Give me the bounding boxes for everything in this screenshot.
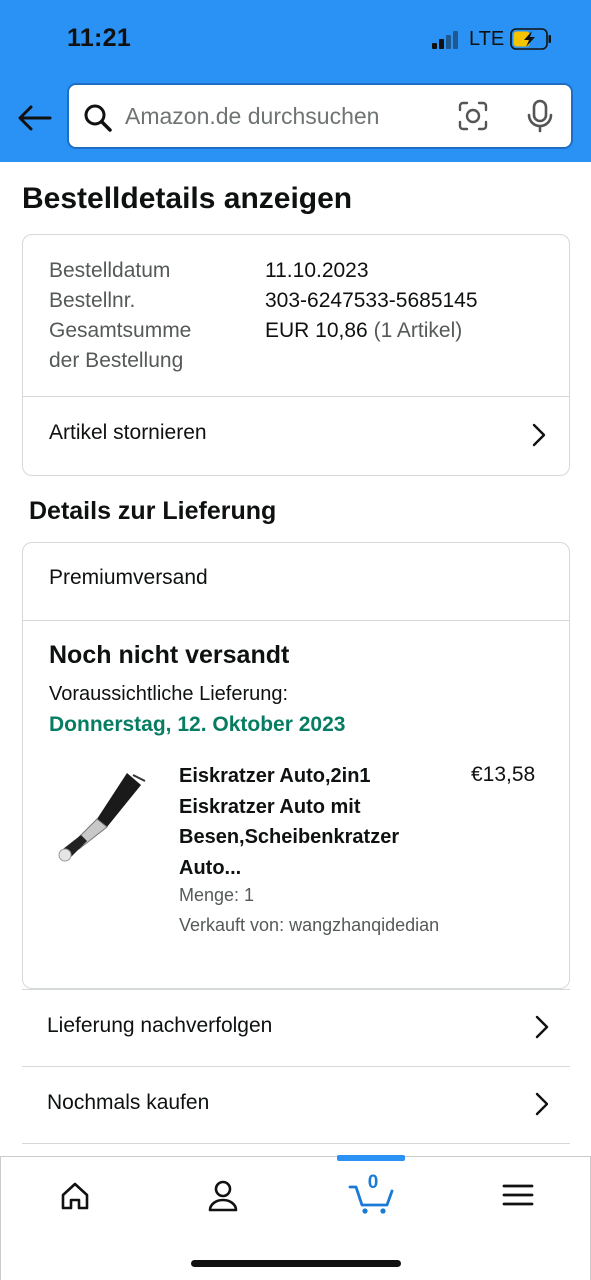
shipping-method: Premiumversand: [49, 566, 208, 589]
product-title-line: Besen,Scheibenkratzer: [179, 826, 400, 848]
cart-count-badge: 0: [367, 1172, 379, 1193]
cancel-items-row[interactable]: Artikel stornieren: [23, 397, 569, 475]
search-bar[interactable]: [67, 83, 573, 149]
buy-again-row[interactable]: Nochmals kaufen: [22, 1066, 570, 1143]
product-title-line: Eiskratzer Auto mit: [179, 795, 361, 818]
chevron-right-icon: [532, 423, 546, 447]
order-total-label: Gesamtsumme der Bestellung: [49, 316, 191, 376]
order-date-label: Bestelldatum: [49, 259, 171, 282]
order-total-label-line2: der Bestellung: [49, 349, 184, 372]
chevron-right-icon: [535, 1092, 549, 1116]
track-package-label: Lieferung nachverfolgen: [47, 1014, 273, 1037]
signal-icon: [432, 31, 464, 49]
product-quantity: Menge: 1: [179, 885, 255, 905]
order-date-value: 11.10.2023: [265, 259, 369, 282]
product-price: €13,58: [471, 763, 536, 786]
order-number-label: Bestellnr.: [49, 289, 136, 312]
product-title-line: Auto...: [179, 856, 242, 879]
track-package-row[interactable]: Lieferung nachverfolgen: [22, 989, 570, 1066]
buy-again-label: Nochmals kaufen: [47, 1091, 210, 1114]
network-type: LTE: [469, 28, 505, 50]
order-total-value: EUR 10,86 (1 Artikel): [265, 316, 462, 346]
home-icon[interactable]: [51, 1175, 99, 1215]
divider: [22, 1143, 570, 1144]
product-title[interactable]: Eiskratzer Auto,2in1 Eiskratzer Auto mit…: [179, 761, 449, 883]
eta-label: Voraussichtliche Lieferung:: [49, 683, 289, 705]
eta-date: Donnerstag, 12. Oktober 2023: [49, 713, 346, 736]
active-tab-indicator: [337, 1155, 405, 1161]
delivery-card: Premiumversand Noch nicht versandt Vorau…: [22, 542, 570, 989]
search-icon[interactable]: [83, 103, 113, 133]
order-total-amount: EUR 10,86: [265, 319, 368, 342]
home-indicator[interactable]: [191, 1260, 401, 1267]
back-arrow-icon[interactable]: [14, 98, 54, 138]
divider: [23, 620, 569, 621]
battery-icon: [510, 28, 551, 50]
order-number-value: 303-6247533-5685145: [265, 289, 478, 312]
status-time: 11:21: [67, 24, 132, 52]
order-total-items: (1 Artikel): [373, 319, 463, 342]
shipment-status: Noch nicht versandt: [49, 641, 290, 669]
product-image[interactable]: [53, 765, 149, 865]
menu-icon[interactable]: [494, 1175, 542, 1215]
search-input[interactable]: [125, 85, 445, 147]
header-bar: 11:21 LTE: [0, 0, 591, 162]
profile-icon[interactable]: [199, 1175, 247, 1215]
camera-icon[interactable]: [457, 100, 489, 132]
order-summary-card: Bestelldatum 11.10.2023 Bestellnr. 303-6…: [22, 234, 570, 476]
mic-icon[interactable]: [525, 99, 555, 133]
cancel-items-label: Artikel stornieren: [49, 421, 207, 444]
product-seller: Verkauft von: wangzhanqidedian: [179, 915, 440, 935]
order-total-label-line1: Gesamtsumme: [49, 319, 192, 342]
product-title-line: Eiskratzer Auto,2in1: [179, 765, 371, 787]
delivery-section-title: Details zur Lieferung: [29, 497, 277, 525]
chevron-right-icon: [535, 1015, 549, 1039]
page-title: Bestelldetails anzeigen: [22, 182, 353, 215]
